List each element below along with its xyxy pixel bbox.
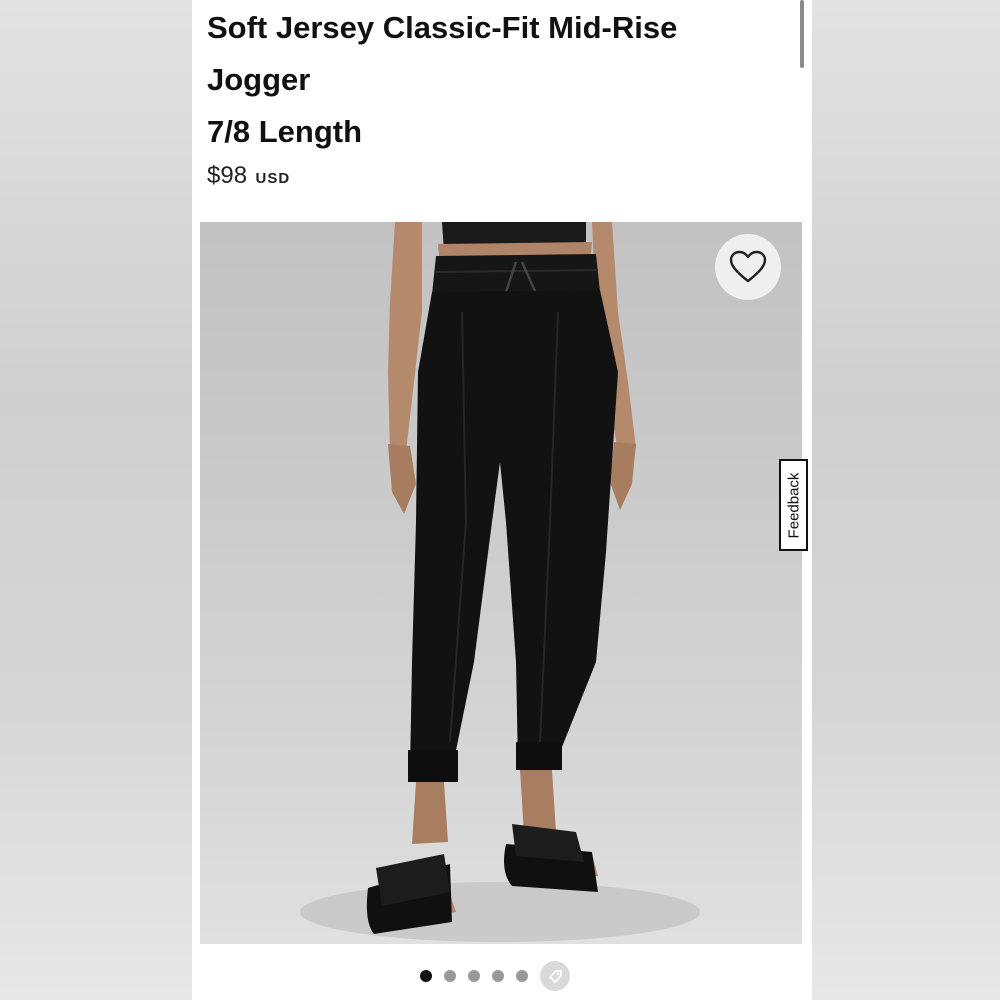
background-blur-left — [0, 0, 192, 1000]
background-blur-right — [812, 0, 1000, 1000]
price-currency: USD — [255, 170, 291, 187]
product-title-line-2: Jogger — [207, 62, 311, 97]
product-image[interactable] — [200, 222, 802, 944]
carousel-dot-5[interactable] — [516, 970, 528, 982]
price-row: $98 USD — [207, 162, 290, 190]
carousel-dot-1[interactable] — [420, 970, 432, 982]
360-view-button[interactable] — [540, 961, 570, 991]
product-title-line-3: 7/8 Length — [207, 114, 363, 149]
feedback-tab[interactable]: Feedback — [779, 459, 808, 551]
wishlist-button[interactable] — [715, 234, 781, 300]
product-photo-illustration — [300, 222, 700, 942]
carousel-pagination — [420, 961, 570, 991]
product-price: $98 — [207, 162, 248, 189]
feedback-label: Feedback — [785, 472, 802, 538]
page-scrollbar[interactable] — [800, 0, 804, 68]
product-page: Soft Jersey Classic-Fit Mid-Rise Jogger … — [192, 0, 812, 1000]
product-title-line-1: Soft Jersey Classic-Fit Mid-Rise — [207, 10, 678, 45]
heart-outline-icon — [729, 250, 767, 283]
carousel-dot-2[interactable] — [444, 970, 456, 982]
product-title: Soft Jersey Classic-Fit Mid-Rise Jogger … — [207, 2, 767, 158]
carousel-dot-3[interactable] — [468, 970, 480, 982]
carousel-dot-4[interactable] — [492, 970, 504, 982]
360-view-icon — [549, 970, 562, 983]
